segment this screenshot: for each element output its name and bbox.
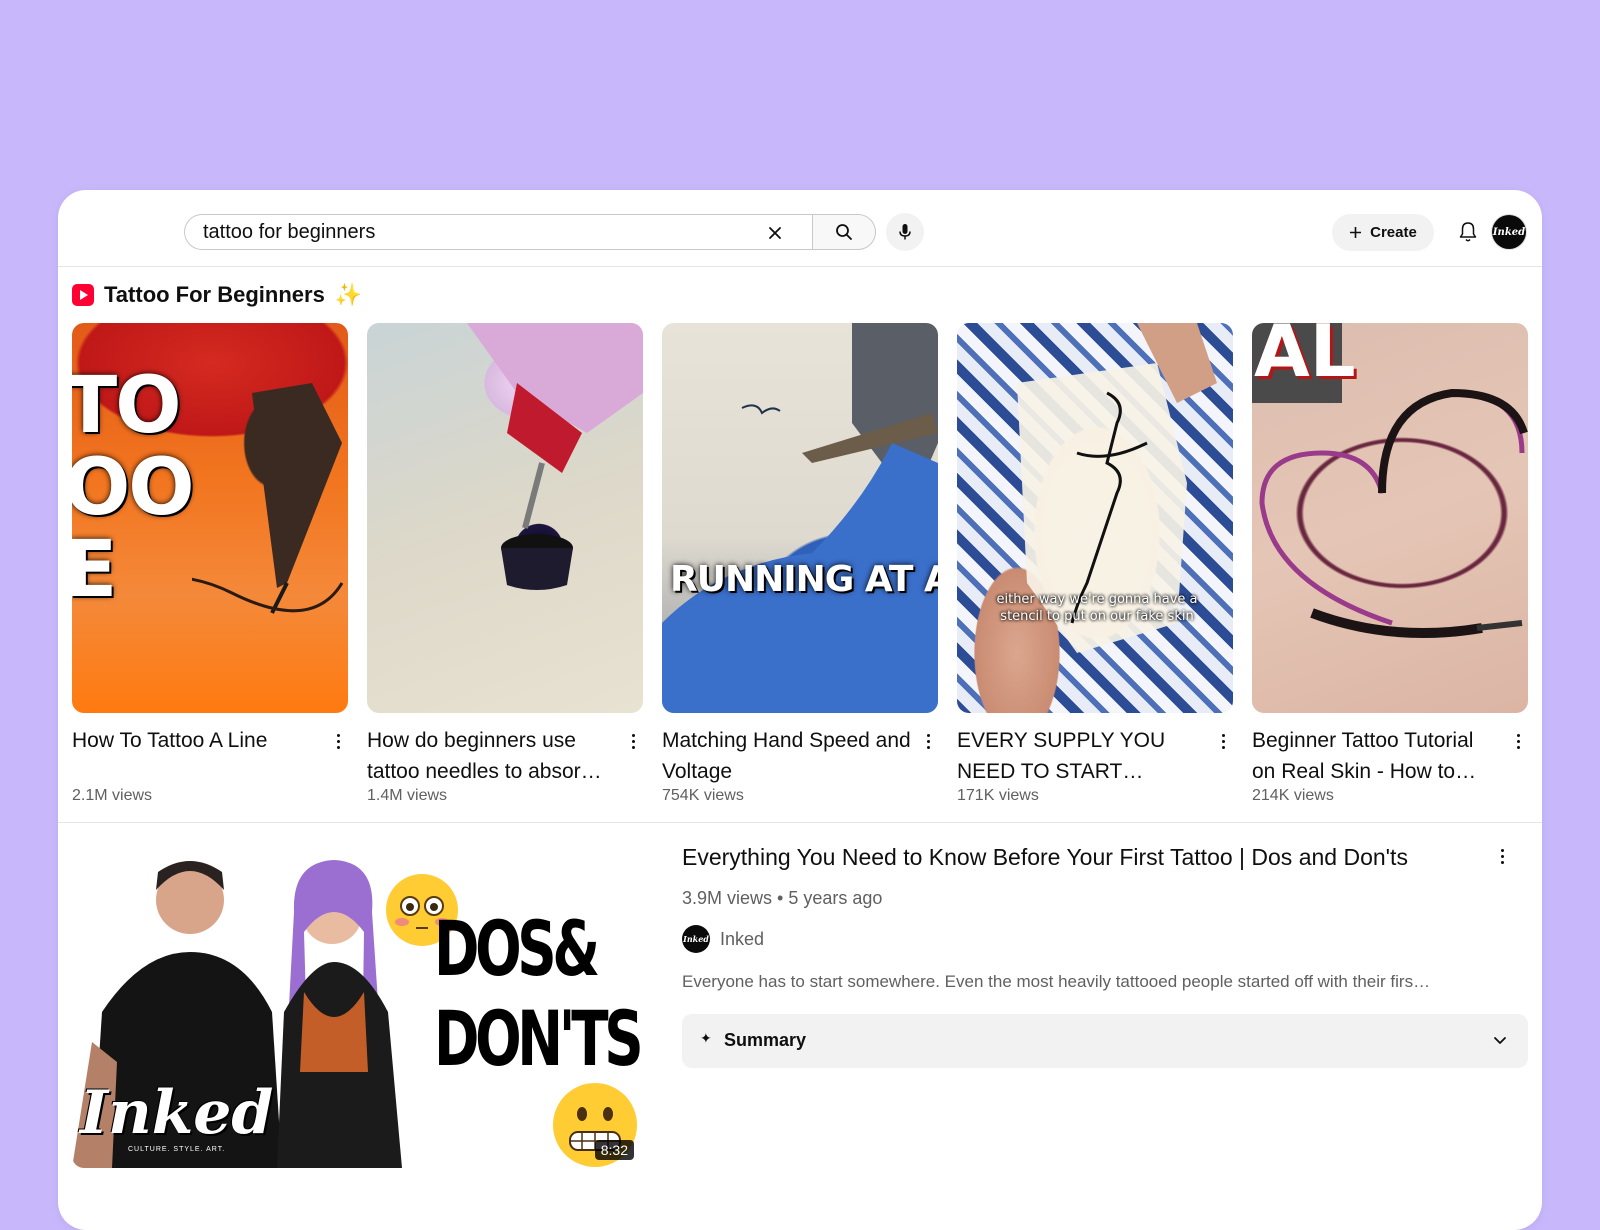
more-options-icon[interactable] [330,731,346,751]
shorts-row: TO OO E How To Tattoo A Line 2.1M views … [72,323,1528,804]
thumbnail-headline-line2: DON'TS [434,994,642,1083]
thumbnail-caption: RUNNING AT A [670,559,938,600]
gloved-hand-graphic [662,323,938,713]
inked-logo: Inked [80,1078,274,1148]
video-metadata: 3.9M views • 5 years ago [682,888,882,909]
video-age: 5 years ago [788,888,883,908]
sparkle-emoji: ✨ [334,282,363,307]
short-thumbnail[interactable]: RUNNING AT A [662,323,938,713]
channel-avatar-text: Inked [683,934,709,944]
search-icon [836,224,852,240]
short-thumbnail[interactable]: TO OO E [72,323,348,713]
video-views: 3.9M views [682,888,773,908]
channel-name[interactable]: Inked [720,929,764,950]
section-divider [58,822,1542,823]
more-options-icon[interactable] [920,731,936,751]
account-avatar[interactable]: Inked [1492,215,1526,249]
chevron-down-icon[interactable] [1490,1030,1510,1050]
sparkle-icon: ✦ [700,1030,712,1046]
notifications-button[interactable] [1450,214,1486,250]
thumbnail-headline-line1: DOS& [434,904,600,993]
bell-icon [1459,222,1477,242]
clear-search-button[interactable] [759,217,791,249]
short-views: 2.1M views [72,787,153,804]
summary-label: Summary [724,1030,807,1050]
avatar-text: Inked [1492,226,1526,238]
short-card[interactable]: How do beginners use tattoo needles to a… [367,323,643,804]
search-button[interactable] [812,214,876,250]
video-thumbnail[interactable]: DOS& DON'TS Inked CULTURE. STYLE. ART. 8… [72,842,642,1168]
short-views: 1.4M views [367,787,448,804]
stencil-graphic [1017,323,1217,653]
needle-cup-graphic [467,323,643,590]
thumbnail-caption: TO OO E [72,361,195,615]
voice-search-button[interactable] [886,213,924,251]
short-thumbnail[interactable]: AL [1252,323,1528,713]
plus-icon [1350,227,1362,238]
short-card[interactable]: RUNNING AT A Matching Hand Speed and Vol… [662,323,938,804]
search-box [184,214,812,250]
short-title[interactable]: Beginner Tattoo Tutorial on Real Skin - … [1252,725,1502,787]
browser-window: Create Inked Tattoo For Beginners ✨ [58,190,1542,1230]
video-title[interactable]: Everything You Need to Know Before Your … [682,844,1408,871]
short-title[interactable]: EVERY SUPPLY YOU NEED TO START… [957,725,1207,787]
short-views: 171K views [957,787,1039,804]
more-options-icon[interactable] [1510,731,1526,751]
top-bar: Create Inked [58,190,1542,267]
thumbnail-caption: AL [1254,323,1356,393]
summary-expander[interactable]: ✦ Summary [682,1014,1528,1068]
thumbnail-headline: DOS& DON'TS [434,904,642,1084]
channel-avatar[interactable]: Inked [682,925,710,953]
inked-tagline: CULTURE. STYLE. ART. [128,1146,226,1153]
short-title[interactable]: How do beginners use tattoo needles to a… [367,725,617,787]
short-card[interactable]: either way we're gonna have a stencil to… [957,323,1233,804]
shelf-header: Tattoo For Beginners ✨ [72,280,362,310]
thumbnail-caption: either way we're gonna have a stencil to… [996,592,1198,624]
shelf-title: Tattoo For Beginners [104,282,325,307]
channel-link[interactable]: Inked Inked [682,924,764,954]
video-description: Everyone has to start somewhere. Even th… [682,972,1431,991]
create-label: Create [1370,224,1417,241]
close-icon [769,227,781,239]
short-thumbnail[interactable]: either way we're gonna have a stencil to… [957,323,1233,713]
more-options-icon[interactable] [1494,846,1510,866]
duration-badge: 8:32 [594,1140,634,1160]
short-title[interactable]: How To Tattoo A Line [72,725,322,756]
search-input[interactable] [203,219,743,245]
meta-separator: • [777,888,789,908]
more-options-icon[interactable] [1215,731,1231,751]
tattoo-machine-graphic [192,383,344,614]
short-views: 754K views [662,787,744,804]
short-card[interactable]: AL Beginner Tattoo Tutorial on Real Skin… [1252,323,1528,804]
short-thumbnail[interactable] [367,323,643,713]
more-options-icon[interactable] [625,731,641,751]
short-title[interactable]: Matching Hand Speed and Voltage [662,725,912,787]
shorts-icon [72,284,94,306]
short-card[interactable]: TO OO E How To Tattoo A Line 2.1M views [72,323,348,804]
microphone-icon [899,224,911,240]
short-views: 214K views [1252,787,1334,804]
create-button[interactable]: Create [1332,214,1434,251]
